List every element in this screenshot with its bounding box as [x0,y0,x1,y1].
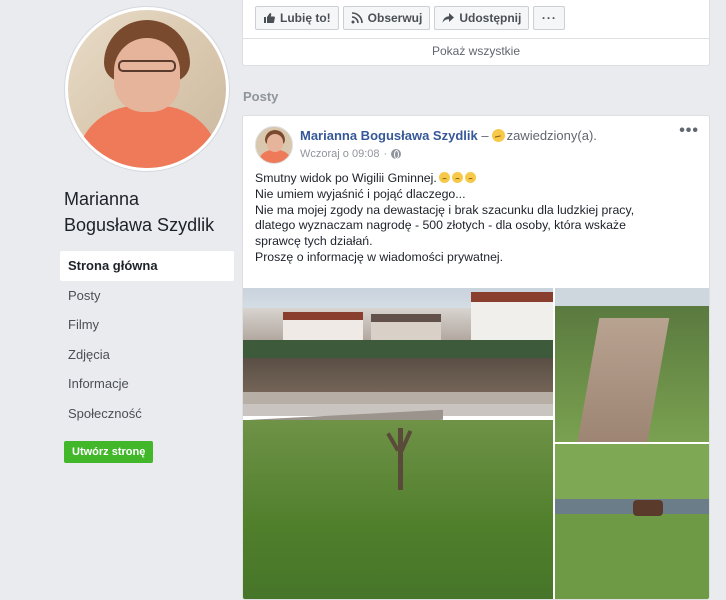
post-line: Nie ma mojej zgody na dewastację i brak … [255,202,635,217]
like-button[interactable]: Lubię to! [255,6,339,30]
post-timestamp[interactable]: Wczoraj o 09:08 [300,148,379,160]
disappointed-emoji-icon [491,129,505,142]
page-actions-card: Lubię to! Obserwuj Udostępnij ··· Pokaż … [242,0,710,66]
sad-emoji-icon [464,172,476,183]
post-header: Marianna Bogusława Szydlik – zawiedziony(… [300,128,597,143]
nav-item-about[interactable]: Informacje [60,369,234,399]
post-meta: Wczoraj o 09:08 · [300,148,402,160]
post-line: Nie umiem wyjaśnić i pojąć dlaczego... [255,186,466,201]
left-column: Marianna Bogusława Szydlik Strona główna… [0,0,240,600]
post-line: dlatego wyznaczam nagrodę - 500 złotych … [255,218,626,233]
follow-label: Obserwuj [367,11,423,25]
post-author-link[interactable]: Marianna Bogusława Szydlik [300,128,478,143]
public-globe-icon[interactable] [391,149,402,159]
post-author-avatar[interactable] [255,126,293,164]
profile-avatar[interactable] [64,6,230,172]
post-line: sprawcę tych działań. [255,234,373,249]
post-card: Marianna Bogusława Szydlik – zawiedziony(… [242,115,710,600]
post-photo-stream[interactable] [555,444,709,599]
share-arrow-icon [442,13,455,23]
follow-button[interactable]: Obserwuj [342,6,431,30]
create-page-button[interactable]: Utwórz stronę [64,441,154,463]
rss-icon [351,12,363,24]
sad-emoji-icon [451,172,463,183]
page-name: Marianna Bogusława Szydlik [64,186,234,238]
nav-item-videos[interactable]: Filmy [60,310,234,340]
post-feeling: zawiedziony(a). [506,128,597,143]
nav-item-photos[interactable]: Zdjęcia [60,340,234,370]
post-body: Smutny widok po Wigilii Gminnej. Nie umi… [255,171,700,266]
like-label: Lubię to! [280,11,331,25]
share-button[interactable]: Udostępnij [434,6,530,30]
post-options-button[interactable]: ••• [679,122,699,140]
divider [243,38,709,39]
show-all-link[interactable]: Pokaż wszystkie [243,44,709,58]
post-line: Smutny widok po Wigilii Gminnej. [255,171,700,187]
post-line: Proszę o informację w wiadomości prywatn… [255,249,504,264]
page-navigation: Strona główna Posty Filmy Zdjęcia Inform… [60,251,234,429]
share-label: Udostępnij [459,11,522,25]
page-name-line1: Marianna [64,189,140,209]
nav-item-home[interactable]: Strona główna [60,251,234,281]
page-name-line2: Bogusława Szydlik [64,215,215,235]
nav-item-posts[interactable]: Posty [60,281,234,311]
sad-emoji-icon [438,172,450,183]
post-photo-path[interactable] [555,288,709,442]
posts-section-title: Posty [243,89,279,104]
action-bar: Lubię to! Obserwuj Udostępnij ··· [255,6,566,30]
nav-item-community[interactable]: Społeczność [60,399,234,429]
thumbs-up-icon [264,13,275,23]
post-photo-main[interactable] [243,288,553,599]
post-dash: – [481,128,489,143]
more-options-button[interactable]: ··· [533,6,566,30]
